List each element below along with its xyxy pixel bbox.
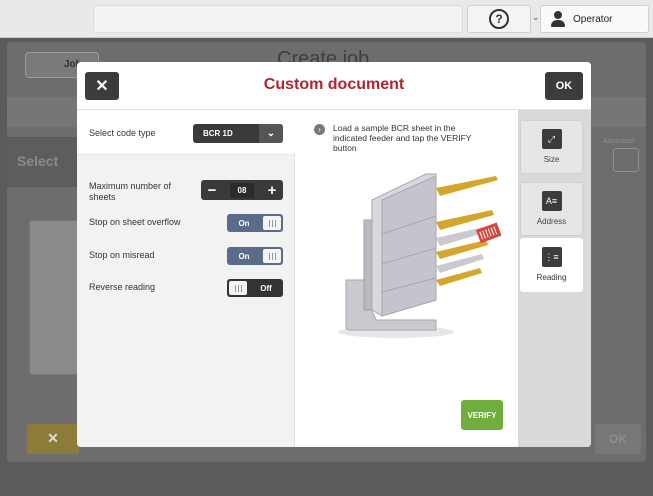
stop-misread-label: Stop on misread [89, 250, 155, 260]
tab-reading[interactable]: ⋮≡ Reading [520, 238, 583, 292]
settings-panel: Select code type BCR 1D ⌄ Maximum number… [77, 110, 295, 447]
stop-misread-value: On [238, 251, 250, 261]
stop-misread-toggle[interactable]: On [227, 247, 283, 265]
user-name: Operator [573, 13, 613, 25]
max-sheets-value: 08 [229, 182, 255, 198]
question-circle-icon: ? [489, 9, 509, 29]
toggle-knob [263, 216, 281, 230]
top-bar: ? ⌄ Operator [0, 0, 653, 38]
minus-icon[interactable]: − [205, 183, 219, 198]
plus-icon[interactable]: + [265, 183, 279, 198]
stop-overflow-label: Stop on sheet overflow [89, 217, 181, 227]
background-advanced-label: Advanced [603, 138, 635, 145]
help-button[interactable]: ? [467, 5, 531, 33]
instruction-text: Load a sample BCR sheet in the indicated… [333, 123, 472, 153]
code-type-select[interactable]: BCR 1D ⌄ [193, 124, 283, 143]
status-slot [93, 5, 463, 33]
person-icon [551, 11, 565, 27]
max-sheets-label: Maximum number of sheets [89, 181, 172, 202]
chevron-right-icon: › [314, 124, 325, 135]
stop-overflow-toggle[interactable]: On [227, 214, 283, 232]
background-cancel-button: ✕ [27, 424, 79, 454]
toggle-knob [229, 281, 247, 295]
dialog-header: ✕ Custom document OK [77, 62, 591, 110]
dialog-title: Custom document [263, 76, 405, 93]
reverse-reading-toggle[interactable]: Off [227, 279, 283, 297]
user-menu-button[interactable]: Operator [540, 5, 649, 33]
tab-address-label: Address [536, 217, 567, 226]
ok-button[interactable]: OK [545, 72, 583, 100]
tab-reading-label: Reading [536, 273, 567, 282]
tab-size-label: Size [543, 155, 560, 164]
code-type-value: BCR 1D [203, 129, 233, 138]
chevron-down-icon: ⌄ [259, 124, 283, 143]
code-type-label: Select code type [89, 128, 156, 138]
reverse-reading-value: Off [260, 283, 272, 293]
reverse-reading-label: Reverse reading [89, 282, 156, 292]
background-advanced-button [613, 148, 639, 172]
stop-overflow-value: On [238, 218, 250, 228]
side-tabs: ⤢ Size A≡ Address ⋮≡ Reading [518, 110, 591, 447]
max-sheets-stepper[interactable]: − 08 + [201, 180, 283, 200]
toggle-knob [263, 249, 281, 263]
instruction-panel: › Load a sample BCR sheet in the indicat… [296, 110, 518, 447]
code-type-row: Select code type BCR 1D ⌄ [77, 110, 295, 155]
tab-size[interactable]: ⤢ Size [520, 120, 583, 174]
tab-address[interactable]: A≡ Address [520, 182, 583, 236]
feeder-machine-illustration [338, 173, 502, 338]
document-reading-icon: ⋮≡ [541, 247, 562, 267]
background-ok-button: OK [595, 424, 641, 454]
address-icon: A≡ [541, 191, 562, 211]
resize-icon: ⤢ [541, 129, 562, 149]
verify-button[interactable]: VERIFY [461, 400, 503, 430]
custom-document-dialog: ✕ Custom document OK Select code type BC… [77, 62, 591, 447]
